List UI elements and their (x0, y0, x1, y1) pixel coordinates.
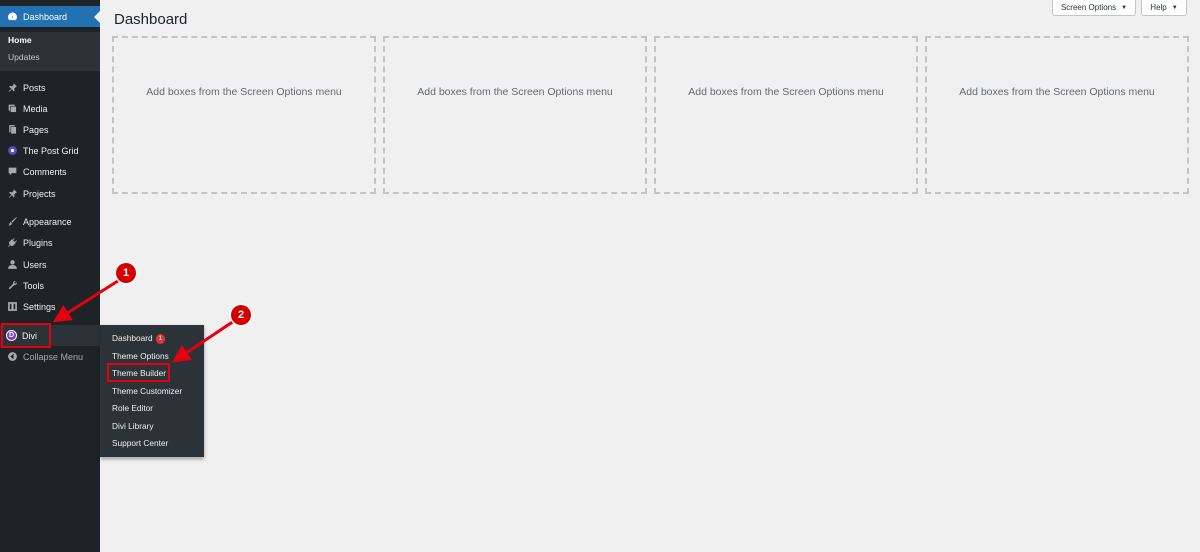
annotation-step-1: 1 (116, 263, 136, 283)
arrow-to-divi (52, 277, 122, 323)
annotation-arrows (52, 277, 235, 363)
annotation-step-2: 2 (231, 305, 251, 325)
arrow-to-theme-builder (172, 319, 235, 363)
